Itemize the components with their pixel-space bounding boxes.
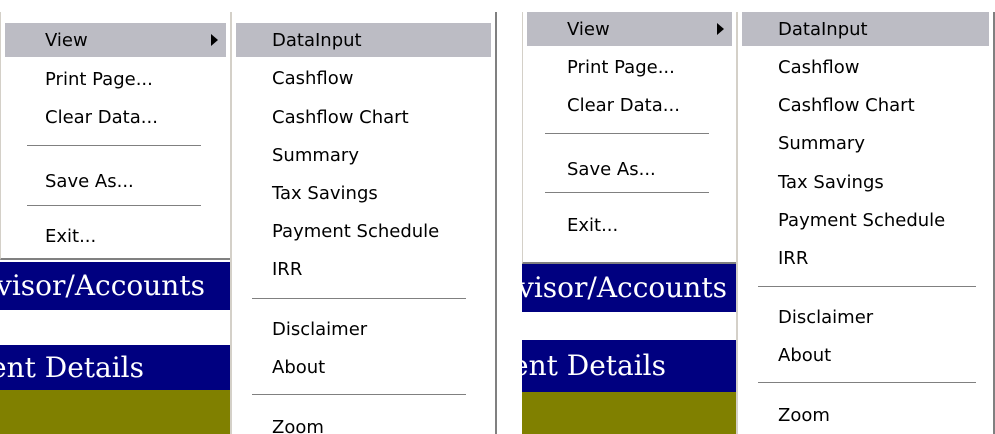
menu-item-clear-data[interactable]: Clear Data... xyxy=(5,100,226,134)
submenu-item-zoom[interactable]: Zoom xyxy=(236,410,491,434)
submenu-item-tax-savings[interactable]: Tax Savings xyxy=(742,165,989,199)
app-banner-details-text: ent Details xyxy=(0,350,144,384)
menu-item-save-as-label: Save As... xyxy=(567,158,656,180)
menu-item-print-page-label: Print Page... xyxy=(567,56,675,78)
submenu-item-datainput-label: DataInput xyxy=(778,18,868,40)
file-menu: View Print Page... Clear Data... Save As… xyxy=(0,12,232,260)
menu-item-view[interactable]: View xyxy=(527,12,732,46)
menu-item-view-label: View xyxy=(45,29,88,51)
submenu-item-payment-schedule[interactable]: Payment Schedule xyxy=(236,214,491,248)
submenu-item-summary[interactable]: Summary xyxy=(742,126,989,160)
submenu-separator xyxy=(252,394,466,396)
submenu-item-disclaimer[interactable]: Disclaimer xyxy=(742,300,989,334)
submenu-item-datainput[interactable]: DataInput xyxy=(236,23,491,57)
submenu-item-zoom[interactable]: Zoom xyxy=(742,398,989,432)
submenu-separator xyxy=(758,286,976,288)
menu-item-exit[interactable]: Exit... xyxy=(5,219,226,253)
submenu-item-irr[interactable]: IRR xyxy=(236,252,491,286)
submenu-separator xyxy=(252,298,466,300)
menu-separator xyxy=(27,145,201,147)
menu-item-clear-data[interactable]: Clear Data... xyxy=(527,88,732,122)
menu-item-clear-data-label: Clear Data... xyxy=(567,94,680,116)
submenu-item-disclaimer[interactable]: Disclaimer xyxy=(236,312,491,346)
submenu-item-tax-savings[interactable]: Tax Savings xyxy=(236,176,491,210)
menu-item-save-as-label: Save As... xyxy=(45,170,134,192)
submenu-item-about-label: About xyxy=(272,356,326,378)
submenu-item-cashflow-chart[interactable]: Cashflow Chart xyxy=(742,88,989,122)
app-banner-advisor-text: visor/Accounts xyxy=(522,271,727,304)
app-banner-details-text: ent Details xyxy=(522,349,666,382)
submenu-item-zoom-label: Zoom xyxy=(272,416,324,434)
submenu-item-summary[interactable]: Summary xyxy=(236,138,491,172)
submenu-item-about[interactable]: About xyxy=(742,338,989,372)
menu-separator xyxy=(27,205,201,207)
view-submenu: DataInput Cashflow Cashflow Chart Summar… xyxy=(230,12,497,434)
submenu-item-irr[interactable]: IRR xyxy=(742,241,989,275)
menu-separator xyxy=(545,192,709,194)
file-menu: View Print Page... Clear Data... Save As… xyxy=(522,12,738,264)
app-banner-advisor-text: visor/Accounts xyxy=(0,269,205,302)
submenu-item-tax-savings-label: Tax Savings xyxy=(272,182,378,204)
menu-item-save-as[interactable]: Save As... xyxy=(5,164,226,198)
submenu-item-summary-label: Summary xyxy=(272,144,359,166)
submenu-arrow-icon xyxy=(211,34,218,46)
submenu-item-cashflow-chart-label: Cashflow Chart xyxy=(272,106,409,128)
view-submenu: DataInput Cashflow Cashflow Chart Summar… xyxy=(736,12,995,434)
menu-item-exit[interactable]: Exit... xyxy=(527,208,732,242)
submenu-item-disclaimer-label: Disclaimer xyxy=(778,306,874,328)
app-olive-bar xyxy=(0,390,230,434)
submenu-arrow-icon xyxy=(717,23,724,35)
screenshot-right: visor/Accounts ent Details View Print Pa… xyxy=(522,0,995,434)
submenu-item-about[interactable]: About xyxy=(236,350,491,384)
menu-item-print-page[interactable]: Print Page... xyxy=(5,62,226,96)
submenu-item-cashflow-chart-label: Cashflow Chart xyxy=(778,94,915,116)
menu-item-exit-label: Exit... xyxy=(45,225,97,247)
app-banner-details: ent Details xyxy=(0,345,230,390)
submenu-item-datainput-label: DataInput xyxy=(272,29,362,51)
submenu-item-irr-label: IRR xyxy=(778,247,809,269)
submenu-item-payment-schedule[interactable]: Payment Schedule xyxy=(742,203,989,237)
menu-item-print-page-label: Print Page... xyxy=(45,68,153,90)
submenu-item-cashflow-chart[interactable]: Cashflow Chart xyxy=(236,100,491,134)
app-banner-details: ent Details xyxy=(522,340,738,392)
submenu-item-disclaimer-label: Disclaimer xyxy=(272,318,368,340)
submenu-item-payment-schedule-label: Payment Schedule xyxy=(778,209,946,231)
menu-item-exit-label: Exit... xyxy=(567,214,619,236)
submenu-separator xyxy=(758,382,976,384)
app-olive-bar xyxy=(522,392,738,434)
menu-item-view-label: View xyxy=(567,18,610,40)
submenu-item-zoom-label: Zoom xyxy=(778,404,830,426)
app-banner-advisor: visor/Accounts xyxy=(522,264,738,312)
menu-item-view[interactable]: View xyxy=(5,23,226,57)
submenu-item-cashflow[interactable]: Cashflow xyxy=(742,50,989,84)
submenu-item-tax-savings-label: Tax Savings xyxy=(778,171,884,193)
menu-item-print-page[interactable]: Print Page... xyxy=(527,50,732,84)
screenshot-left: visor/Accounts ent Details View Print Pa… xyxy=(0,0,497,434)
submenu-item-cashflow-label: Cashflow xyxy=(778,56,860,78)
submenu-item-datainput[interactable]: DataInput xyxy=(742,12,989,46)
app-banner-advisor: visor/Accounts xyxy=(0,262,230,310)
menu-item-save-as[interactable]: Save As... xyxy=(527,152,732,186)
submenu-item-about-label: About xyxy=(778,344,832,366)
submenu-item-cashflow-label: Cashflow xyxy=(272,67,354,89)
submenu-item-summary-label: Summary xyxy=(778,132,865,154)
menu-item-clear-data-label: Clear Data... xyxy=(45,106,158,128)
submenu-item-payment-schedule-label: Payment Schedule xyxy=(272,220,440,242)
submenu-item-irr-label: IRR xyxy=(272,258,303,280)
submenu-item-cashflow[interactable]: Cashflow xyxy=(236,61,491,95)
menu-separator xyxy=(545,133,709,135)
